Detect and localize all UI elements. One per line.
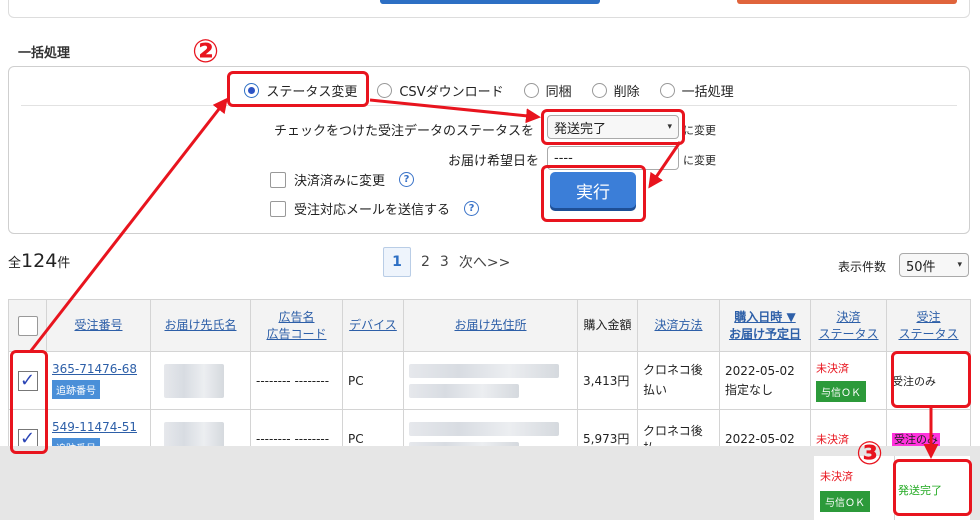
arrow-select-to-run [648, 141, 682, 189]
arrow-radio-to-select [369, 98, 541, 124]
arrow-checkbox-to-radio [28, 97, 228, 353]
annotation-arrows [28, 97, 939, 459]
